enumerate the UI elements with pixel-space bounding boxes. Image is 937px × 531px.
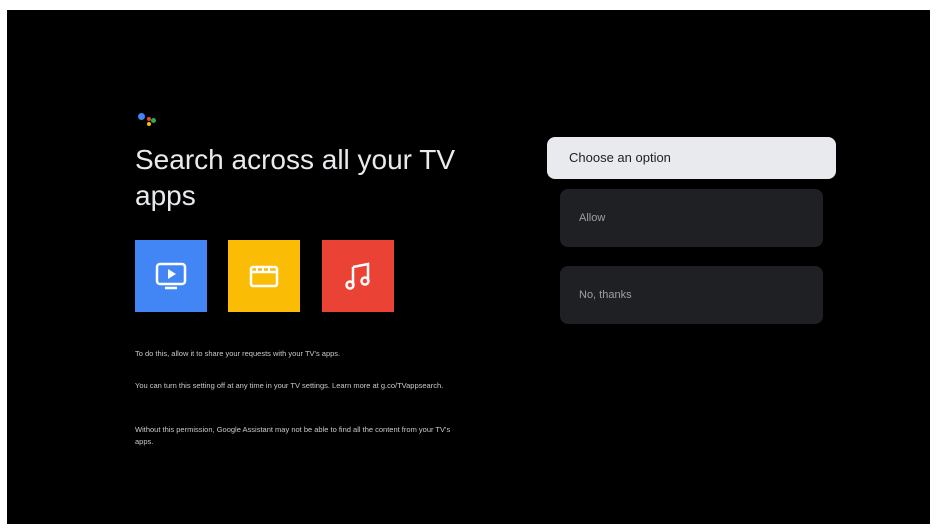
music-note-icon: [322, 240, 394, 312]
description-permission: Without this permission, Google Assistan…: [135, 425, 451, 446]
google-assistant-icon: [135, 108, 159, 130]
tv-screen: Search across all your TV apps To do thi…: [7, 10, 930, 524]
no-thanks-button[interactable]: No, thanks: [560, 266, 823, 324]
page-title: Search across all your TV apps: [135, 144, 456, 211]
allow-button[interactable]: Allow: [560, 189, 823, 247]
description-share: To do this, allow it to share your reque…: [135, 349, 341, 358]
description-settings: You can turn this setting off at any tim…: [135, 381, 444, 390]
tv-play-icon: [135, 240, 207, 312]
film-clapper-icon: [228, 240, 300, 312]
choose-option-header[interactable]: Choose an option: [547, 137, 836, 179]
